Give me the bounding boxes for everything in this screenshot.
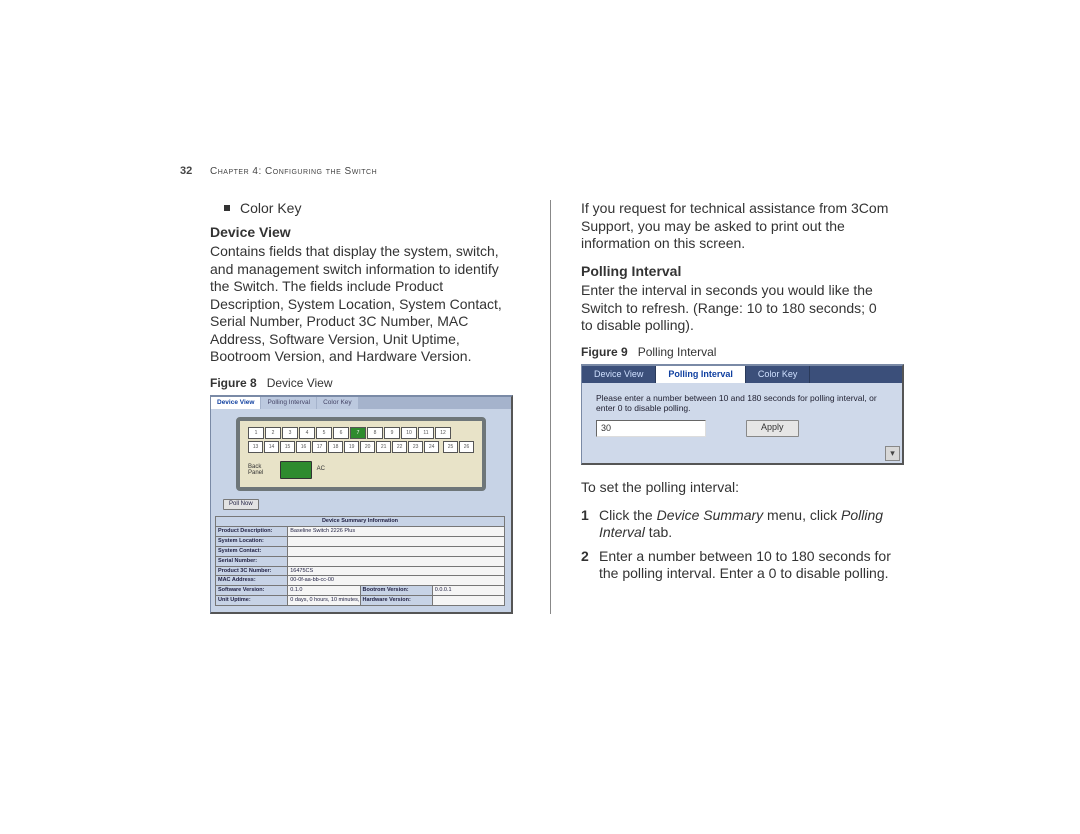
port[interactable]: 13	[248, 441, 263, 453]
left-column: Color Key Device View Contains fields th…	[210, 200, 520, 614]
port[interactable]: 2	[265, 427, 281, 439]
figure9-caption: Figure 9 Polling Interval	[581, 345, 891, 360]
port[interactable]: 20	[360, 441, 375, 453]
tab-device-view[interactable]: Device View	[211, 397, 260, 409]
port-row-1: 1 2 3 4 5 6 7 8 9 10 11 12	[248, 427, 474, 439]
polling-paragraph: Enter the interval in seconds you would …	[581, 282, 891, 335]
page-number: 32	[180, 165, 192, 177]
port[interactable]: 5	[316, 427, 332, 439]
figure8-title: Device View	[267, 376, 333, 390]
steps-list: 1 Click the Device Summary menu, click P…	[581, 507, 891, 583]
device-view-paragraph: Contains fields that display the system,…	[210, 243, 520, 366]
port[interactable]: 23	[408, 441, 423, 453]
port-uplink[interactable]: 26	[459, 441, 474, 453]
port[interactable]: 18	[328, 441, 343, 453]
bullet-text: Color Key	[240, 200, 301, 218]
figure8-label: Figure 8	[210, 376, 257, 390]
port[interactable]: 1	[248, 427, 264, 439]
figure9-screenshot: Device View Polling Interval Color Key P…	[581, 364, 904, 466]
right-column: If you request for technical assistance …	[550, 200, 891, 614]
table-row: Software Version:0.1.0Bootrom Version:0.…	[216, 586, 505, 596]
running-header: 32 Chapter 4: Configuring the Switch	[180, 165, 377, 177]
heading-polling-interval: Polling Interval	[581, 263, 891, 281]
tech-assist-paragraph: If you request for technical assistance …	[581, 200, 891, 253]
summary-title: Device Summary Information	[216, 517, 505, 527]
port-uplink[interactable]: 25	[443, 441, 458, 453]
polling-interval-input[interactable]: 30	[596, 420, 706, 437]
fig9-tabbar: Device View Polling Interval Color Key	[582, 366, 902, 383]
back-panel-label: Back Panel	[248, 464, 272, 476]
bullet-color-key: Color Key	[210, 200, 520, 218]
step-number: 1	[581, 507, 599, 542]
step-1: 1 Click the Device Summary menu, click P…	[581, 507, 891, 542]
poll-now-button[interactable]: Poll Now	[223, 499, 259, 511]
port[interactable]: 16	[296, 441, 311, 453]
tab-device-view[interactable]: Device View	[582, 366, 656, 383]
port-active[interactable]: 7	[350, 427, 366, 439]
table-row: Product Description:Baseline Switch 2226…	[216, 527, 505, 537]
to-set-intro: To set the polling interval:	[581, 479, 891, 497]
scroll-down-icon[interactable]: ▾	[885, 446, 900, 461]
tab-color-key[interactable]: Color Key	[746, 366, 811, 383]
port[interactable]: 15	[280, 441, 295, 453]
heading-device-view: Device View	[210, 224, 520, 242]
port[interactable]: 21	[376, 441, 391, 453]
fig8-tabbar: Device View Polling Interval Color Key	[211, 397, 511, 409]
table-row: System Contact:	[216, 546, 505, 556]
back-panel-row: Back Panel	[248, 461, 474, 479]
port[interactable]: 19	[344, 441, 359, 453]
port[interactable]: 17	[312, 441, 327, 453]
tab-polling-interval[interactable]: Polling Interval	[261, 397, 316, 409]
table-row: MAC Address:00-0f-aa-bb-cc-00	[216, 576, 505, 586]
port[interactable]: 9	[384, 427, 400, 439]
polling-controls: 30 Apply	[582, 420, 902, 437]
document-page: 32 Chapter 4: Configuring the Switch Col…	[0, 0, 1080, 834]
square-bullet-icon	[224, 205, 230, 211]
figure9-label: Figure 9	[581, 345, 628, 359]
device-summary-table: Device Summary Information Product Descr…	[215, 516, 505, 606]
chapter-title: Chapter 4: Configuring the Switch	[210, 166, 377, 177]
port[interactable]: 11	[418, 427, 434, 439]
polling-instruction-text: Please enter a number between 10 and 180…	[582, 383, 902, 420]
table-row: System Location:	[216, 536, 505, 546]
port[interactable]: 14	[264, 441, 279, 453]
port[interactable]: 10	[401, 427, 417, 439]
table-row: Unit Uptime:0 days, 0 hours, 10 minutes,…	[216, 596, 505, 606]
port[interactable]: 3	[282, 427, 298, 439]
port[interactable]: 8	[367, 427, 383, 439]
port[interactable]: 12	[435, 427, 451, 439]
step-2: 2 Enter a number between 10 to 180 secon…	[581, 548, 891, 583]
step-text: Click the Device Summary menu, click Pol…	[599, 507, 891, 542]
port-row-2: 13 14 15 16 17 18 19 20 21 22 23 24 25	[248, 441, 474, 453]
figure8-screenshot: Device View Polling Interval Color Key 1…	[210, 395, 513, 615]
tab-color-key[interactable]: Color Key	[317, 397, 358, 409]
port[interactable]: 4	[299, 427, 315, 439]
port[interactable]: 6	[333, 427, 349, 439]
tab-polling-interval[interactable]: Polling Interval	[656, 366, 746, 383]
two-column-layout: Color Key Device View Contains fields th…	[210, 200, 910, 614]
table-row: Product 3C Number:16475CS	[216, 566, 505, 576]
apply-button[interactable]: Apply	[746, 420, 799, 437]
power-indicator-icon	[280, 461, 312, 479]
port[interactable]: 22	[392, 441, 407, 453]
switch-front-panel: 1 2 3 4 5 6 7 8 9 10 11 12 13	[236, 417, 486, 491]
port[interactable]: 24	[424, 441, 439, 453]
step-text: Enter a number between 10 to 180 seconds…	[599, 548, 891, 583]
figure8-caption: Figure 8 Device View	[210, 376, 520, 391]
step-number: 2	[581, 548, 599, 583]
figure9-title: Polling Interval	[638, 345, 717, 359]
table-row: Serial Number:	[216, 556, 505, 566]
